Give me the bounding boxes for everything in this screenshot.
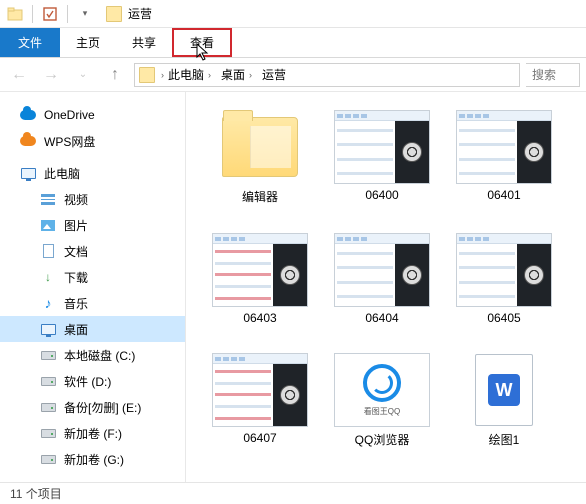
video-thumb-icon (456, 233, 552, 307)
video-thumb-icon (212, 233, 308, 307)
sidebar-item-drive-d[interactable]: 软件 (D:) (0, 368, 185, 394)
address-folder-icon (139, 67, 155, 83)
tab-view[interactable]: 查看 (172, 28, 232, 57)
folder-qat-icon[interactable] (4, 3, 26, 25)
address-bar[interactable]: ›此电脑› 桌面› 运营 (134, 63, 520, 87)
sidebar-item-drive-g[interactable]: 新加卷 (G:) (0, 446, 185, 472)
file-item-06407[interactable]: 06407 (212, 353, 308, 448)
video-thumb-icon (212, 353, 308, 427)
sidebar-item-drive-e[interactable]: 备份[勿删] (E:) (0, 394, 185, 420)
navigation-pane: OneDrive WPS网盘 此电脑 视频 图片 文档 ↓下载 ♪音乐 桌面 本… (0, 92, 186, 482)
search-input[interactable]: 搜索 (526, 63, 580, 87)
nav-back-button[interactable]: ← (6, 62, 32, 88)
qat-dropdown-icon[interactable]: ▾ (74, 3, 96, 25)
nav-up-button[interactable]: ↑ (102, 62, 128, 88)
crumb-current[interactable]: 运营 (258, 66, 290, 83)
file-item-06400[interactable]: 06400 (334, 110, 430, 205)
sidebar-item-downloads[interactable]: ↓下载 (0, 264, 185, 290)
navigation-bar: ← → ⌄ ↑ ›此电脑› 桌面› 运营 搜索 (0, 58, 586, 92)
document-thumb-icon: W (456, 353, 552, 427)
file-item-06404[interactable]: 06404 (334, 233, 430, 325)
titlebar: ▾ 运营 (0, 0, 586, 28)
sidebar-item-pictures[interactable]: 图片 (0, 212, 185, 238)
video-thumb-icon (334, 110, 430, 184)
ribbon-tabs: 文件 主页 共享 查看 (0, 28, 586, 58)
file-item-qqbrowser[interactable]: 看图王QQ QQ浏览器 (334, 353, 430, 448)
window-folder-icon (106, 6, 122, 22)
items-view: 编辑器 06400 06401 06403 06404 06405 (186, 92, 586, 482)
tab-file[interactable]: 文件 (0, 28, 60, 57)
video-thumb-icon (456, 110, 552, 184)
file-item-folder[interactable]: 编辑器 (212, 110, 308, 205)
file-item-draw1[interactable]: W 绘图1 (456, 353, 552, 448)
sidebar-item-wps[interactable]: WPS网盘 (0, 128, 185, 154)
nav-forward-button[interactable]: → (38, 62, 64, 88)
sidebar-item-desktop[interactable]: 桌面 (0, 316, 185, 342)
qqbrowser-thumb-icon: 看图王QQ (334, 353, 430, 427)
file-item-06405[interactable]: 06405 (456, 233, 552, 325)
tab-home[interactable]: 主页 (60, 28, 116, 57)
sidebar-item-documents[interactable]: 文档 (0, 238, 185, 264)
sidebar-item-videos[interactable]: 视频 (0, 186, 185, 212)
sidebar-item-drive-f[interactable]: 新加卷 (F:) (0, 420, 185, 446)
tab-share[interactable]: 共享 (116, 28, 172, 57)
crumb-desktop[interactable]: 桌面› (217, 66, 256, 83)
sidebar-item-thispc[interactable]: 此电脑 (0, 160, 185, 186)
file-item-06401[interactable]: 06401 (456, 110, 552, 205)
file-item-06403[interactable]: 06403 (212, 233, 308, 325)
video-thumb-icon (334, 233, 430, 307)
status-item-count: 11 个项目 (10, 485, 62, 502)
sidebar-item-onedrive[interactable]: OneDrive (0, 102, 185, 128)
sidebar-item-drive-c[interactable]: 本地磁盘 (C:) (0, 342, 185, 368)
cursor-icon (196, 43, 212, 61)
crumb-root[interactable]: ›此电脑› (157, 66, 215, 83)
quick-access-toolbar: ▾ (0, 3, 100, 25)
properties-qat-icon[interactable] (39, 3, 61, 25)
nav-recent-dropdown[interactable]: ⌄ (70, 62, 96, 88)
folder-icon (212, 110, 308, 184)
sidebar-item-music[interactable]: ♪音乐 (0, 290, 185, 316)
status-bar: 11 个项目 (0, 482, 586, 504)
window-title: 运营 (128, 5, 152, 22)
sidebar-item-network[interactable]: 网络 (0, 478, 185, 482)
